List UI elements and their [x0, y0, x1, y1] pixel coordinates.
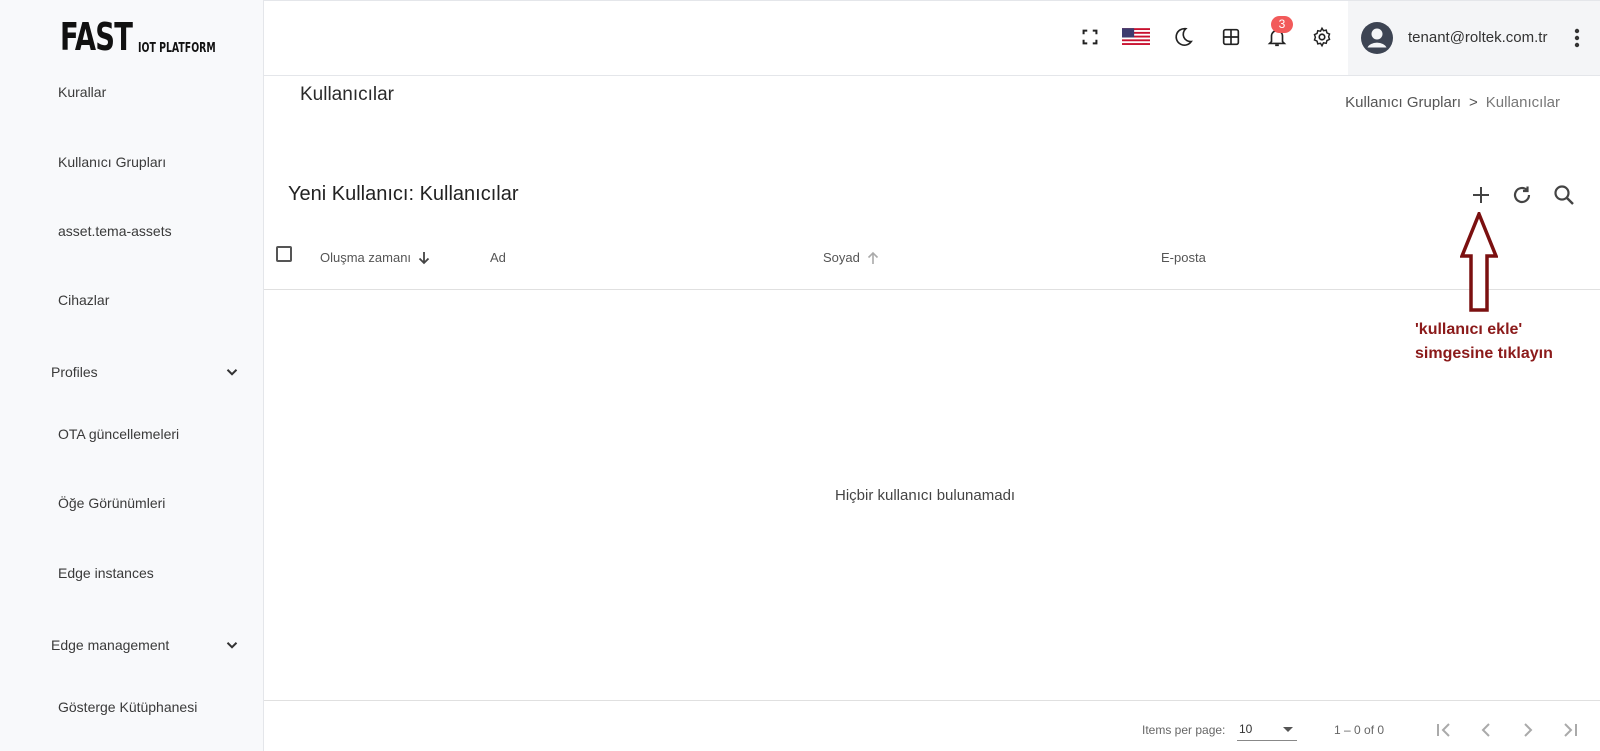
column-header-last-name[interactable]: Soyad: [823, 250, 880, 265]
page-title: Kullanıcılar: [300, 84, 394, 105]
fast-iot-logo[interactable]: FAST IOT PLATFORM: [60, 18, 246, 56]
annotation-line-2: simgesine tıklayın: [1415, 345, 1553, 362]
last-page-icon: [1564, 723, 1577, 737]
first-page-icon: [1437, 723, 1450, 737]
plus-icon: [1473, 187, 1489, 203]
table-header-row: [264, 240, 1600, 290]
chevron-down-icon: [226, 642, 238, 649]
search-icon: [1554, 185, 1574, 205]
fullscreen-icon[interactable]: [1077, 24, 1103, 50]
gear-icon[interactable]: [1309, 24, 1335, 50]
refresh-button[interactable]: [1509, 182, 1535, 208]
annotation-line-1: 'kullanıcı ekle': [1415, 321, 1523, 338]
arrow-up-icon: [867, 251, 878, 264]
sidebar-item-ota-guncellemeleri[interactable]: OTA güncellemeleri: [58, 426, 179, 442]
moon-icon[interactable]: [1170, 24, 1196, 50]
sidebar-item-kurallar[interactable]: Kurallar: [58, 84, 106, 100]
sidebar-item-kullanici-gruplari[interactable]: Kullanıcı Grupları: [58, 154, 166, 170]
sidebar-group-edge-management[interactable]: Edge management: [51, 636, 241, 654]
chevron-down-icon: [226, 369, 238, 376]
empty-table-message: Hiçbir kullanıcı bulunamadı: [835, 487, 1016, 504]
items-per-page-label: Items per page:: [1142, 723, 1226, 737]
column-header-first-name[interactable]: Ad: [490, 250, 506, 265]
logo-text: FAST: [60, 15, 133, 59]
column-label: Oluşma zamanı: [320, 250, 412, 265]
items-per-page-value: 10: [1239, 722, 1253, 736]
dropdown-arrow-icon: [1283, 727, 1293, 732]
sidebar-group-label: Profiles: [51, 364, 98, 380]
add-user-button[interactable]: [1468, 182, 1494, 208]
table-footer-divider: [264, 700, 1600, 701]
sidebar-item-gosterge-kutuphanesi[interactable]: Gösterge Kütüphanesi: [58, 699, 197, 715]
first-page-button[interactable]: [1432, 718, 1456, 742]
sidebar-item-cihazlar[interactable]: Cihazlar: [58, 292, 109, 308]
arrow-down-icon: [418, 251, 430, 264]
logo-subtext: IOT PLATFORM: [138, 41, 216, 56]
refresh-icon: [1513, 186, 1531, 204]
sidebar-group-label: Edge management: [51, 637, 170, 653]
annotation-arrow-up-icon: [1460, 212, 1498, 312]
search-button[interactable]: [1551, 182, 1577, 208]
breadcrumb-separator: >: [1469, 94, 1478, 111]
sidebar-item-edge-instances[interactable]: Edge instances: [58, 565, 154, 581]
annotation-text: 'kullanıcı ekle' simgesine tıklayın: [1415, 318, 1553, 366]
sidebar-group-profiles[interactable]: Profiles: [51, 363, 241, 381]
sidebar: FAST IOT PLATFORM Kurallar Kullanıcı Gru…: [0, 0, 264, 751]
items-per-page-select[interactable]: 10: [1237, 719, 1297, 741]
column-label: E-posta: [1161, 250, 1206, 265]
column-label: Soyad: [823, 250, 860, 265]
pagination-range: 1 – 0 of 0: [1334, 723, 1385, 737]
last-page-button[interactable]: [1558, 718, 1582, 742]
avatar[interactable]: [1361, 22, 1393, 54]
select-all-checkbox[interactable]: [276, 246, 292, 262]
apps-grid-icon[interactable]: [1218, 24, 1244, 50]
user-email[interactable]: tenant@roltek.com.tr: [1408, 29, 1547, 46]
more-vert-icon[interactable]: [1570, 26, 1584, 50]
chevron-right-icon: [1524, 723, 1533, 737]
table-title: Yeni Kullanıcı: Kullanıcılar: [288, 183, 519, 205]
next-page-button[interactable]: [1516, 718, 1540, 742]
column-header-email[interactable]: E-posta: [1161, 250, 1206, 265]
sidebar-item-asset-tema-assets[interactable]: asset.tema-assets: [58, 223, 172, 239]
us-flag-icon[interactable]: [1121, 24, 1151, 50]
breadcrumb-link[interactable]: Kullanıcı Grupları: [1345, 94, 1461, 111]
breadcrumb-current: Kullanıcılar: [1485, 94, 1560, 111]
column-header-created-time[interactable]: Oluşma zamanı: [320, 250, 431, 265]
sidebar-item-oge-gorunumleri[interactable]: Öğe Görünümleri: [58, 495, 165, 511]
breadcrumb: Kullanıcı Grupları > Kullanıcılar: [1345, 94, 1560, 111]
chevron-left-icon: [1481, 723, 1490, 737]
column-label: Ad: [490, 250, 506, 265]
previous-page-button[interactable]: [1474, 718, 1498, 742]
notification-badge: 3: [1271, 16, 1293, 33]
